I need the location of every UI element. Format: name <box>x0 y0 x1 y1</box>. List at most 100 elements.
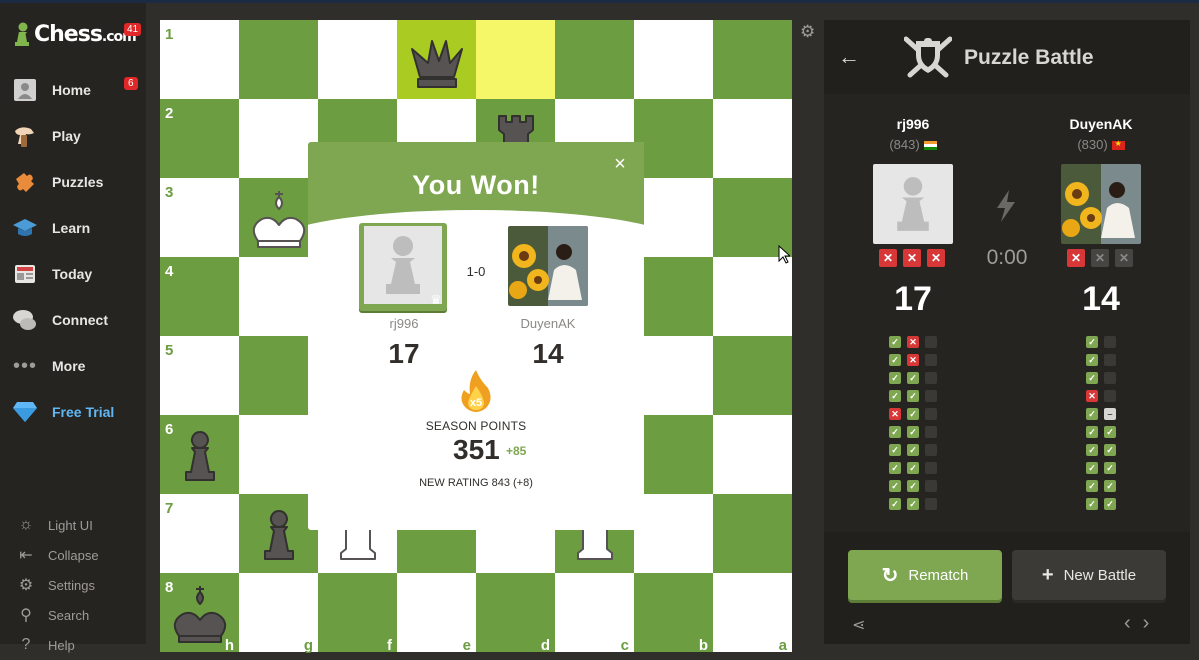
new-battle-label: New Battle <box>1063 566 1137 584</box>
result-ok-icon: ✓ <box>907 408 919 420</box>
black-pawn-piece-icon[interactable] <box>246 501 312 567</box>
board-square[interactable] <box>555 20 634 99</box>
board-square[interactable] <box>239 257 318 336</box>
flame-icon: x5 <box>461 370 491 412</box>
board-square[interactable]: 5 <box>160 336 239 415</box>
rating-text: (830) <box>1077 137 1108 152</box>
board-square[interactable] <box>239 336 318 415</box>
board-square[interactable]: 2 <box>160 99 239 178</box>
board-square[interactable] <box>634 415 713 494</box>
result-row: ✓ ✓ <box>889 444 937 462</box>
strike-icon: ✕ <box>927 249 945 267</box>
nav-label: Collapse <box>48 547 99 563</box>
nav-collapse[interactable]: ⇤ Collapse <box>0 540 146 570</box>
graduation-cap-icon <box>12 215 38 241</box>
board-square[interactable] <box>476 20 555 99</box>
nav-help[interactable]: ? Help <box>0 630 146 660</box>
right-player-name: DuyenAK <box>1069 116 1133 132</box>
board-square[interactable] <box>239 99 318 178</box>
main-nav: Home 6 Play Puzzles Learn Today Connect … <box>0 67 146 435</box>
chess-logo[interactable]: Chess.com <box>14 21 137 47</box>
rank-label: 3 <box>165 184 174 201</box>
result-empty-icon <box>925 390 937 402</box>
board-square[interactable] <box>713 20 792 99</box>
nav-more[interactable]: ••• More <box>0 343 146 389</box>
result-bad-icon: ✕ <box>1086 390 1098 402</box>
nav-light-ui[interactable]: ☼ Light UI <box>0 510 146 540</box>
nav-play[interactable]: Play <box>0 113 146 159</box>
black-king-piece-icon[interactable] <box>167 580 233 646</box>
board-square[interactable]: g <box>239 573 318 654</box>
new-battle-button[interactable]: + New Battle <box>1012 550 1166 600</box>
board-square[interactable]: 7 <box>160 494 239 573</box>
result-ok-icon: ✓ <box>1086 444 1098 456</box>
board-square[interactable]: b <box>634 573 713 654</box>
result-empty-icon <box>1104 354 1116 366</box>
board-square[interactable]: 8h <box>160 573 239 654</box>
result-row: ✓ ✓ <box>1086 498 1116 516</box>
board-square[interactable] <box>634 99 713 178</box>
result-row: ✓ ✕ <box>889 354 937 372</box>
board-square[interactable] <box>713 99 792 178</box>
nav-search[interactable]: ⚲ Search <box>0 600 146 630</box>
board-square[interactable] <box>713 336 792 415</box>
board-settings-gear-icon[interactable]: ⚙ <box>800 23 816 40</box>
board-square[interactable] <box>239 494 318 573</box>
board-square[interactable]: f <box>318 573 397 654</box>
board-square[interactable] <box>634 178 713 257</box>
board-square[interactable] <box>634 257 713 336</box>
board-square[interactable] <box>239 178 318 257</box>
result-row: ✓ ✓ <box>889 372 937 390</box>
black-queen-piece-icon[interactable] <box>404 27 470 93</box>
board-square[interactable] <box>318 20 397 99</box>
result-ok-icon: ✓ <box>1104 462 1116 474</box>
season-points-delta: +85 <box>506 444 527 458</box>
board-square[interactable]: d <box>476 573 555 654</box>
nav-home[interactable]: Home 6 <box>0 67 146 113</box>
nav-learn[interactable]: Learn <box>0 205 146 251</box>
board-square[interactable]: 1 <box>160 20 239 99</box>
board-square[interactable]: c <box>555 573 634 654</box>
result-empty-icon <box>925 444 937 456</box>
right-player-score: 14 <box>1082 280 1120 318</box>
board-square[interactable] <box>634 20 713 99</box>
back-arrow-icon[interactable]: ← <box>838 46 860 68</box>
file-label: d <box>540 637 550 654</box>
newspaper-icon <box>12 261 38 287</box>
help-icon: ? <box>21 636 31 653</box>
rank-label: 2 <box>165 105 174 122</box>
result-ok-icon: ✓ <box>1086 354 1098 366</box>
board-square[interactable] <box>397 20 476 99</box>
board-square[interactable]: e <box>397 573 476 654</box>
board-square[interactable] <box>713 415 792 494</box>
close-icon[interactable]: × <box>612 154 628 174</box>
board-square[interactable]: 3 <box>160 178 239 257</box>
pager-arrows[interactable]: ‹› <box>1124 612 1161 635</box>
board-square[interactable] <box>713 257 792 336</box>
board-square[interactable] <box>239 415 318 494</box>
board-square[interactable]: 6 <box>160 415 239 494</box>
black-pawn-piece-icon[interactable] <box>167 422 233 488</box>
share-icon[interactable]: ⋖ <box>852 615 865 635</box>
next-arrow-icon[interactable]: › <box>1143 612 1162 634</box>
board-square[interactable] <box>634 336 713 415</box>
nav-today[interactable]: Today <box>0 251 146 297</box>
nav-puzzles[interactable]: Puzzles <box>0 159 146 205</box>
nav-free-trial[interactable]: Free Trial <box>0 389 146 435</box>
nav-settings[interactable]: ⚙ Settings <box>0 570 146 600</box>
mouse-cursor-icon <box>778 245 790 264</box>
board-square[interactable] <box>239 20 318 99</box>
result-ok-icon: ✓ <box>1086 336 1098 348</box>
nav-connect[interactable]: Connect <box>0 297 146 343</box>
result-ok-icon: ✓ <box>1086 462 1098 474</box>
board-square[interactable]: a <box>713 573 792 654</box>
result-ok-icon: ✓ <box>1104 480 1116 492</box>
result-row: ✓ ✓ <box>889 498 937 516</box>
white-king-piece-icon[interactable] <box>246 185 312 251</box>
board-square[interactable] <box>634 494 713 573</box>
result-row: ✓ ✓ <box>889 462 937 480</box>
prev-arrow-icon[interactable]: ‹ <box>1124 612 1143 634</box>
board-square[interactable] <box>713 494 792 573</box>
board-square[interactable]: 4 <box>160 257 239 336</box>
rematch-button[interactable]: ↻ Rematch <box>848 550 1002 600</box>
